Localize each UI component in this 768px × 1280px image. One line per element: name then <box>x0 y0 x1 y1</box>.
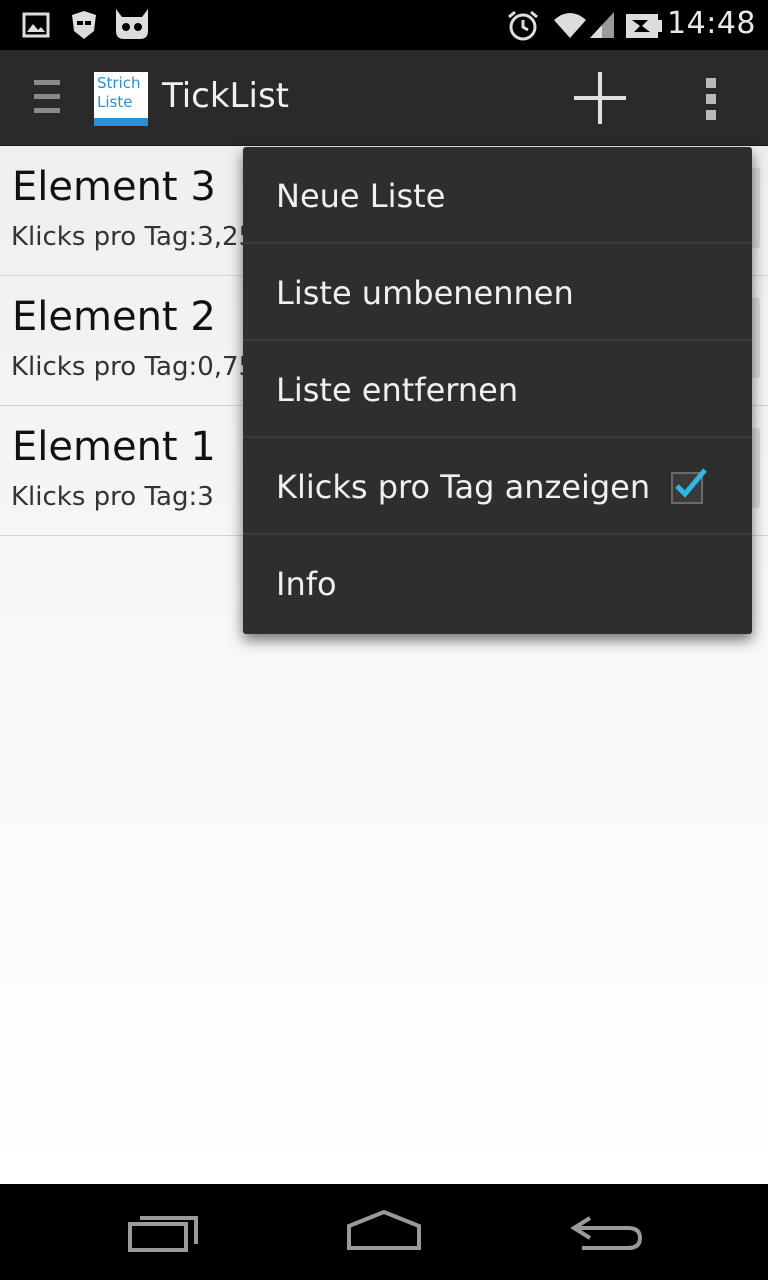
list-item-subtitle: Klicks pro Tag:0,75 <box>11 352 256 382</box>
menu-item-label: Liste entfernen <box>276 371 519 409</box>
gallery-icon <box>22 12 50 38</box>
app-logo: Strich Liste <box>94 72 148 126</box>
overflow-menu: Neue Liste Liste umbenennen Liste entfer… <box>243 147 752 634</box>
menu-item-rename-list[interactable]: Liste umbenennen <box>243 244 752 341</box>
logo-text-line2: Liste <box>97 93 133 111</box>
drawer-icon[interactable] <box>34 80 62 116</box>
signal-icon <box>590 12 614 38</box>
list-item-title: Element 3 <box>12 164 216 210</box>
list-item-title: Element 2 <box>12 294 216 340</box>
menu-item-label: Klicks pro Tag anzeigen <box>276 468 651 506</box>
mask-icon <box>72 11 96 39</box>
navigation-bar <box>0 1184 768 1280</box>
menu-item-new-list[interactable]: Neue Liste <box>243 147 752 244</box>
status-bar: 14:48 <box>0 0 768 50</box>
logo-accent-bar <box>94 118 148 126</box>
wifi-icon <box>554 13 586 38</box>
checkmark-icon <box>675 468 707 498</box>
menu-item-label: Neue Liste <box>276 177 446 215</box>
menu-item-remove-list[interactable]: Liste entfernen <box>243 341 752 438</box>
menu-checkbox[interactable] <box>671 468 707 504</box>
back-icon[interactable] <box>562 1204 652 1260</box>
screen: 14:48 Strich Liste TickList Element 3 Kl… <box>0 0 768 1280</box>
logo-text-line1: Strich <box>97 74 141 92</box>
plus-icon[interactable] <box>566 66 634 130</box>
status-clock: 14:48 <box>667 6 756 41</box>
app-title: TickList <box>162 76 289 116</box>
overflow-icon[interactable] <box>690 66 734 130</box>
list-item-subtitle: Klicks pro Tag:3,25 <box>11 222 256 252</box>
list-item-title: Element 1 <box>12 424 216 470</box>
list-item-subtitle: Klicks pro Tag:3 <box>11 482 214 512</box>
recent-apps-icon[interactable] <box>118 1204 208 1260</box>
battery-icon <box>626 14 662 38</box>
menu-item-show-clicks-per-day[interactable]: Klicks pro Tag anzeigen <box>243 438 752 535</box>
menu-item-info[interactable]: Info <box>243 535 752 632</box>
alarm-icon <box>508 10 538 41</box>
home-icon[interactable] <box>339 1204 429 1260</box>
cyanogen-icon <box>116 9 148 39</box>
action-bar: Strich Liste TickList <box>0 50 768 146</box>
menu-item-label: Info <box>276 565 337 603</box>
menu-item-label: Liste umbenennen <box>276 274 574 312</box>
